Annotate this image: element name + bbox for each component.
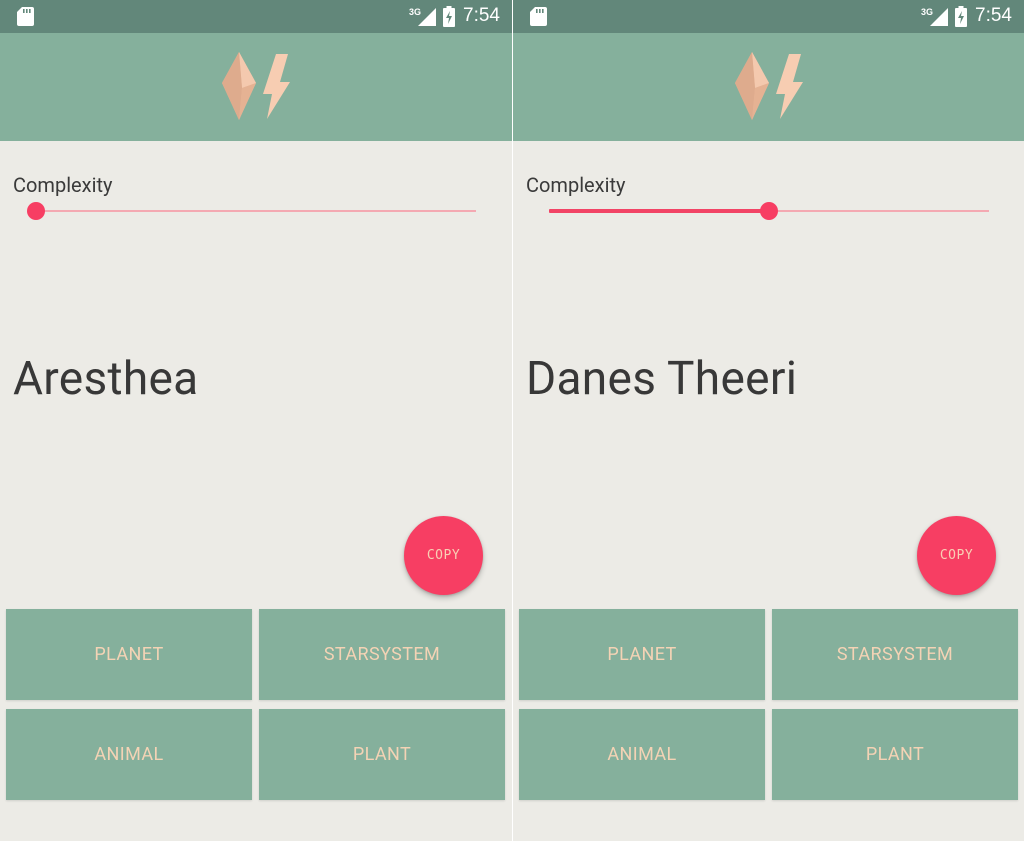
status-bar: 3G 7:54 [0,0,512,33]
crystal-lightning-logo [222,52,290,120]
svg-text:3G: 3G [409,7,421,17]
app-bar [0,33,512,141]
complexity-label: Complexity [526,173,626,197]
planet-button[interactable]: PLANET [519,609,765,700]
starsystem-button[interactable]: STARSYSTEM [772,609,1018,700]
phone-screen-right: 3G 7:54 Complexity Danes Theeri COPY PLA… [513,0,1024,841]
slider-thumb[interactable] [27,202,45,220]
sd-card-icon [17,7,34,26]
status-time: 7:54 [463,5,500,26]
complexity-slider[interactable] [549,201,989,221]
svg-text:3G: 3G [921,7,933,17]
status-time: 7:54 [975,5,1012,26]
complexity-slider[interactable] [27,201,476,221]
status-bar: 3G 7:54 [513,0,1024,33]
slider-track [36,210,476,212]
slider-fill [549,209,769,213]
battery-charging-icon [955,6,967,27]
signal-3g-icon: 3G [409,7,436,26]
generated-name: Danes Theeri [526,352,798,406]
complexity-label: Complexity [13,173,113,197]
planet-button[interactable]: PLANET [6,609,252,700]
sd-card-icon [530,7,547,26]
animal-button[interactable]: ANIMAL [6,709,252,800]
copy-button[interactable]: COPY [404,516,483,595]
copy-button[interactable]: COPY [917,516,996,595]
phone-screen-left: 3G 7:54 Complexity Aresthea COPY PLANET … [0,0,512,841]
app-bar [513,33,1024,141]
starsystem-button[interactable]: STARSYSTEM [259,609,505,700]
crystal-lightning-logo [734,52,803,120]
plant-button[interactable]: PLANT [259,709,505,800]
slider-thumb[interactable] [760,202,778,220]
animal-button[interactable]: ANIMAL [519,709,765,800]
generated-name: Aresthea [13,352,199,406]
plant-button[interactable]: PLANT [772,709,1018,800]
signal-3g-icon: 3G [921,7,948,26]
battery-charging-icon [443,6,455,27]
